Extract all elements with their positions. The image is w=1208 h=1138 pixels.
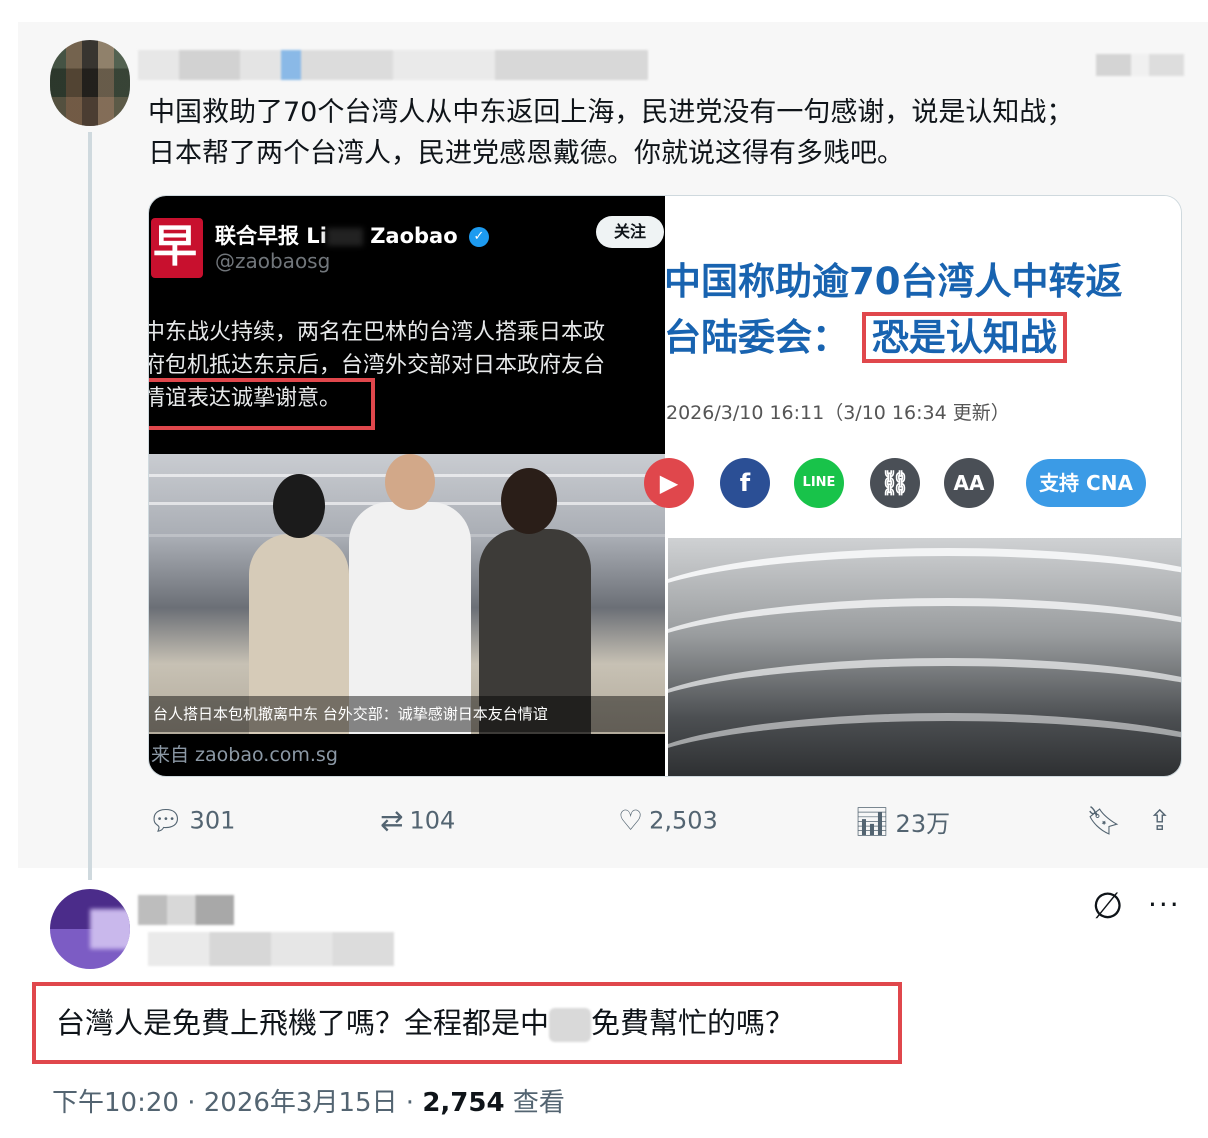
analytics-icon: 📊︎ bbox=[854, 805, 890, 838]
media-cna-screenshot[interactable]: 中国称助逾70台湾人中转返 台陆委会： 恐是认知战 2026/3/10 16:1… bbox=[644, 196, 1181, 776]
bookmark-button[interactable]: 🔖︎ bbox=[1086, 804, 1128, 837]
redacted-name-part bbox=[326, 228, 363, 246]
article-date: 2026/3/10 16:11（3/10 16:34 更新） bbox=[666, 402, 1010, 424]
redacted-display-name bbox=[138, 895, 234, 925]
redacted-handle bbox=[148, 932, 394, 966]
view-count: 2,754 bbox=[422, 1088, 505, 1118]
retweet-icon: ⇄ bbox=[380, 804, 404, 837]
airport-photo bbox=[149, 454, 665, 734]
media-grid[interactable]: 早 联合早报 Li Zaobao ✓ @zaobaosg 关注 中东战火持续，两… bbox=[148, 195, 1182, 777]
heart-icon: ♡ bbox=[618, 804, 644, 837]
terminal-ceiling-photo bbox=[668, 538, 1181, 776]
support-cna-button: 支持 CNA bbox=[1026, 459, 1146, 507]
media-zaobao-screenshot[interactable]: 早 联合早报 Li Zaobao ✓ @zaobaosg 关注 中东战火持续，两… bbox=[149, 196, 665, 776]
tweet-actions: 💬︎ 301 ⇄ 104 ♡ 2,503 📊︎ 23万 🔖︎ ⇪ bbox=[148, 800, 1188, 850]
grok-icon[interactable]: ∅ bbox=[1092, 886, 1123, 927]
bookmark-icon: 🔖︎ bbox=[1086, 804, 1122, 837]
source-link[interactable]: 来自 zaobao.com.sg bbox=[151, 740, 338, 767]
more-options-icon[interactable]: ··· bbox=[1148, 888, 1181, 921]
tweet-text-line: 日本帮了两个台湾人，民进党感恩戴德。你就说这得有多贱吧。 bbox=[148, 138, 904, 169]
tweet-time[interactable]: 下午10:20 bbox=[52, 1088, 179, 1118]
share-icon: ⇪ bbox=[1148, 804, 1172, 837]
tweet-date[interactable]: 2026年3月15日 bbox=[204, 1088, 398, 1118]
retweet-button[interactable]: ⇄ 104 bbox=[380, 804, 455, 837]
tweet-text: 中国救助了70个台湾人从中东返回上海，民进党没有一句感谢，说是认知战； 日本帮了… bbox=[148, 92, 1188, 174]
link-icon: ⛓ bbox=[870, 458, 920, 508]
highlight-box bbox=[149, 378, 375, 430]
redacted-word bbox=[549, 1008, 592, 1042]
views-label: 查看 bbox=[512, 1088, 565, 1118]
reply-tweet-text: 台灣人是免費上飛機了嗎？全程都是中 免費幫忙的嗎？ bbox=[56, 1006, 795, 1042]
share-button[interactable]: ⇪ bbox=[1148, 804, 1177, 837]
reply-button[interactable]: 💬︎ 301 bbox=[148, 804, 235, 837]
line-icon: LINE bbox=[794, 458, 844, 508]
redacted-timestamp bbox=[1096, 54, 1184, 76]
font-size-icon: AA bbox=[944, 458, 994, 508]
highlight-box: 台灣人是免費上飛機了嗎？全程都是中 免費幫忙的嗎？ bbox=[32, 982, 902, 1064]
photo-caption: 台人搭日本包机撤离中东 台外交部：诚挚感谢日本友台情谊 bbox=[149, 696, 665, 732]
highlight-box: 恐是认知战 bbox=[861, 312, 1067, 363]
verified-badge-icon: ✓ bbox=[468, 227, 489, 247]
views-button[interactable]: 📊︎ 23万 bbox=[854, 804, 950, 839]
play-icon: ▶ bbox=[644, 458, 694, 508]
zaobao-account-name: 联合早报 Li Zaobao ✓ bbox=[215, 220, 489, 250]
zaobao-logo: 早 bbox=[151, 218, 203, 278]
like-button[interactable]: ♡ 2,503 bbox=[618, 804, 718, 837]
cna-headline: 中国称助逾70台湾人中转返 台陆委会： 恐是认知战 bbox=[664, 254, 1181, 366]
follow-button: 关注 bbox=[596, 216, 664, 248]
redacted-display-name bbox=[138, 50, 648, 80]
zaobao-handle: @zaobaosg bbox=[215, 249, 331, 273]
tweet-text-line: 中国救助了70个台湾人从中东返回上海，民进党没有一句感谢，说是认知战； bbox=[148, 97, 1074, 128]
thread-connector-line bbox=[88, 132, 92, 880]
tweet-meta: 下午10:20 · 2026年3月15日 · 2,754 查看 bbox=[52, 1088, 565, 1118]
reply-icon: 💬︎ bbox=[148, 804, 184, 837]
share-buttons-row: ▶ f LINE ⛓ AA 支持 CNA bbox=[644, 458, 1180, 510]
avatar[interactable] bbox=[50, 889, 130, 969]
avatar[interactable] bbox=[50, 40, 130, 126]
facebook-icon: f bbox=[720, 458, 770, 508]
